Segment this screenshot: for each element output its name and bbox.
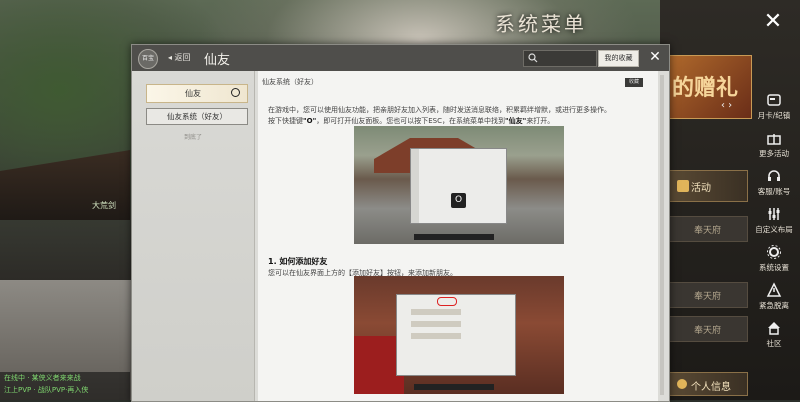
article-tag: 仙友系统（好友） bbox=[262, 78, 318, 86]
personal-info-label: 个人信息 bbox=[691, 382, 731, 393]
right-menu-system-settings[interactable]: 系统设置 bbox=[752, 244, 796, 280]
article-content: 仙友系统（好友） 收藏 在游戏中，您可以使用仙友功能，把亲朋好友加入列表，随时发… bbox=[258, 71, 658, 401]
side-slot-1[interactable]: 奉天府 bbox=[668, 216, 748, 242]
panel-close-button[interactable]: ✕ bbox=[647, 48, 663, 66]
panel-title: 仙友 bbox=[204, 53, 231, 68]
activity-button[interactable]: 活动 bbox=[668, 170, 748, 202]
headset-icon bbox=[768, 170, 780, 181]
screenshot-skillbar bbox=[414, 234, 494, 240]
gear-icon bbox=[767, 245, 781, 259]
panel-badge: 百宝 bbox=[138, 49, 158, 69]
screenshot-panel bbox=[396, 294, 516, 376]
system-menu-bar: 系统菜单 ✕ bbox=[470, 0, 800, 44]
side-slot-3[interactable]: 奉天府 bbox=[668, 316, 748, 342]
personal-info-icon bbox=[677, 379, 687, 389]
activity-icon bbox=[677, 180, 689, 192]
right-menu-monthly-card[interactable]: 月卡/纪镇 bbox=[752, 92, 796, 128]
search-icon bbox=[528, 53, 538, 63]
screenshot-skillbar bbox=[414, 384, 494, 390]
home-icon bbox=[768, 322, 780, 335]
subcategory-item[interactable]: 仙友系统（好友） bbox=[146, 108, 248, 125]
article-paragraph: 在游戏中，您可以使用仙友功能，把亲朋好友加入列表，随时发送消息联络，积累羁绊增默… bbox=[268, 106, 611, 114]
list-end-label: 到底了 bbox=[183, 134, 202, 141]
screenshot-panel: O bbox=[410, 148, 507, 224]
my-favorites-button[interactable]: 我的收藏 bbox=[598, 50, 639, 67]
activity-label: 活动 bbox=[691, 183, 711, 194]
sliders-icon bbox=[768, 208, 780, 220]
event-banner[interactable]: 的赠礼 ‹ › bbox=[665, 55, 752, 119]
collect-button[interactable]: 收藏 bbox=[625, 78, 643, 87]
section-heading: 1. 如何添加好友 bbox=[268, 257, 328, 266]
warning-icon bbox=[766, 282, 782, 297]
search-input[interactable] bbox=[523, 50, 597, 67]
category-sidebar: 仙友 仙友系统（好友） 到底了 bbox=[132, 71, 255, 401]
article-screenshot-1: O bbox=[354, 126, 564, 244]
right-menu-support-account[interactable]: 客服/账号 bbox=[752, 168, 796, 204]
back-button[interactable]: ◂ 返回 bbox=[168, 52, 191, 63]
banner-text: 的赠礼 bbox=[672, 75, 739, 101]
screenshot-o-key: O bbox=[451, 193, 466, 208]
category-label: 仙友 bbox=[185, 89, 201, 98]
chat-line: 在线中 · 某侠义者来来战 bbox=[4, 374, 81, 382]
side-slot-2[interactable]: 奉天府 bbox=[668, 282, 748, 308]
right-menu-emergency-escape[interactable]: 紧急脱离 bbox=[752, 282, 796, 318]
help-panel: 百宝 ◂ 返回 仙友 我的收藏 ✕ 仙友 仙友系统（好友） 到底了 仙友系统（好… bbox=[131, 44, 670, 402]
system-menu-close-button[interactable]: ✕ bbox=[761, 10, 785, 34]
chat-box[interactable]: 在线中 · 某侠义者来来战 江上PVP · 战队PVP·再入侠 bbox=[0, 372, 130, 400]
highlight-circle bbox=[437, 297, 457, 306]
panel-header: 百宝 ◂ 返回 仙友 我的收藏 ✕ bbox=[132, 45, 669, 71]
gift-icon bbox=[767, 134, 781, 145]
personal-info-button[interactable]: 个人信息 bbox=[668, 372, 748, 396]
chat-line: 江上PVP · 战队PVP·再入侠 bbox=[4, 386, 89, 394]
card-icon bbox=[767, 94, 781, 106]
background-sign: 大荒剑 bbox=[92, 201, 116, 210]
system-menu-title: 系统菜单 bbox=[495, 12, 587, 36]
article-screenshot-2 bbox=[354, 276, 564, 394]
right-menu-custom-layout[interactable]: 自定义布局 bbox=[752, 206, 796, 242]
article-paragraph: 按下快捷键"O"，即可打开仙友面板。您也可以按下ESC，在系统菜单中找到"仙友"… bbox=[268, 117, 555, 125]
content-scrollbar[interactable] bbox=[660, 75, 664, 395]
category-item-selected[interactable]: 仙友 bbox=[146, 84, 248, 103]
selected-radio-icon bbox=[231, 88, 240, 97]
subcategory-label: 仙友系统（好友） bbox=[167, 112, 227, 121]
right-menu-more-activities[interactable]: 更多活动 bbox=[752, 130, 796, 166]
right-menu-community[interactable]: 社区 bbox=[752, 320, 796, 356]
banner-nav-arrows[interactable]: ‹ › bbox=[721, 100, 732, 111]
